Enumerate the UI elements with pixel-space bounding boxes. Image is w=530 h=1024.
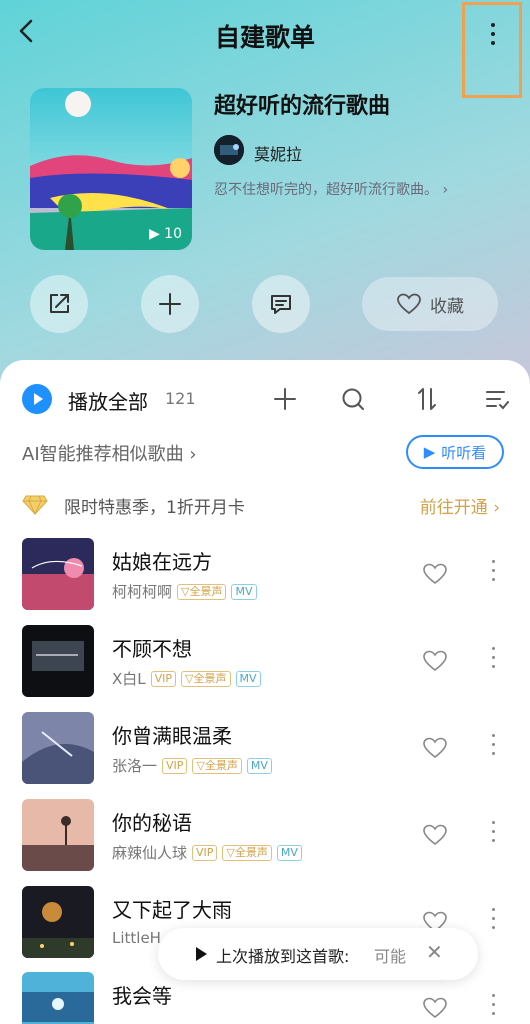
surround-sound-badge: ▽全景声 <box>181 670 231 687</box>
song-title: 你的秘语 <box>112 811 192 835</box>
collect-label: 收藏 <box>430 296 464 317</box>
song-cover <box>22 712 94 784</box>
song-artist: 柯柯柯啊 <box>112 583 173 601</box>
mv-badge: MV <box>231 583 257 600</box>
comment-icon <box>271 295 291 314</box>
comment-button[interactable] <box>252 275 310 333</box>
chevron-right-icon: › <box>189 444 197 465</box>
play-small-icon: ▶ <box>423 443 436 461</box>
surround-sound-badge: ▽全景声 <box>177 583 227 600</box>
play-icon <box>196 947 207 961</box>
play-all-label[interactable]: 播放全部 <box>68 386 148 415</box>
heart-icon[interactable] <box>422 736 448 760</box>
promo-text: 限时特惠季，1折开月卡 <box>64 498 245 518</box>
song-artist: 麻辣仙人球 <box>112 844 188 862</box>
toast-text: 上次播放到这首歌: <box>216 947 350 966</box>
song-cover <box>22 538 94 610</box>
song-list-panel: 播放全部 121 AI智能推荐相似歌曲 › ▶ 听听看 限时特惠季，1折开月卡 <box>0 360 530 1024</box>
vip-badge: VIP <box>162 757 188 774</box>
playlist-cover[interactable]: ▶ 10 <box>30 88 192 250</box>
song-meta: 张洛一 VIP ▽全景声 MV <box>112 755 272 776</box>
creator-avatar[interactable] <box>214 135 244 165</box>
mv-badge: MV <box>235 670 261 687</box>
song-more-icon[interactable] <box>492 647 495 674</box>
list-item[interactable]: 不顾不想 X白L VIP ▽全景声 MV <box>0 625 530 705</box>
heart-icon[interactable] <box>422 562 448 586</box>
plus-icon <box>159 293 181 315</box>
play-icon <box>34 393 43 405</box>
song-meta: LittleH <box>112 929 161 947</box>
play-all-button[interactable] <box>22 384 52 414</box>
playlist-description[interactable]: 忍不住想听完的，超好听流行歌曲。 › <box>214 179 448 199</box>
song-title: 你曾满眼温柔 <box>112 724 232 748</box>
surround-sound-badge: ▽全景声 <box>192 757 242 774</box>
list-item[interactable]: 你的秘语 麻辣仙人球 VIP ▽全景声 MV <box>0 799 530 879</box>
mv-badge: MV <box>246 757 272 774</box>
song-artist: LittleH <box>112 929 161 947</box>
share-button[interactable] <box>30 275 88 333</box>
song-title: 我会等 <box>112 984 172 1008</box>
song-cover <box>22 625 94 697</box>
avatar-image <box>214 135 244 165</box>
page-title: 自建歌单 <box>214 23 315 52</box>
add-song-icon[interactable] <box>270 384 300 414</box>
top-bar: 自建歌单 <box>0 0 530 98</box>
play-all-row: 播放全部 121 <box>0 380 530 416</box>
more-options-button[interactable] <box>462 2 522 98</box>
toast-song: 可能 <box>374 947 407 966</box>
song-more-icon[interactable] <box>492 994 495 1021</box>
song-meta: X白L VIP ▽全景声 MV <box>112 668 261 689</box>
playlist-name: 超好听的流行歌曲 <box>214 94 391 119</box>
song-more-icon[interactable] <box>492 821 495 848</box>
diamond-icon <box>22 495 48 516</box>
song-cover <box>22 972 94 1024</box>
song-title: 又下起了大雨 <box>112 898 232 922</box>
chevron-right-icon: › <box>442 182 449 198</box>
mv-badge: MV <box>276 844 302 861</box>
resume-toast[interactable]: 上次播放到这首歌: 可能 ✕ <box>158 928 478 980</box>
play-count: ▶ 10 <box>148 226 182 242</box>
search-icon[interactable] <box>338 384 368 414</box>
creator-name[interactable]: 莫妮拉 <box>254 141 302 165</box>
heart-icon[interactable] <box>422 996 448 1020</box>
ai-recommend-link[interactable]: AI智能推荐相似歌曲 › <box>22 440 197 466</box>
add-button[interactable] <box>141 275 199 333</box>
more-vertical-icon <box>491 23 495 50</box>
surround-sound-badge: ▽全景声 <box>222 844 272 861</box>
song-count: 121 <box>165 389 196 408</box>
song-title: 姑娘在远方 <box>112 550 212 574</box>
share-icon <box>50 294 69 313</box>
close-icon[interactable]: ✕ <box>426 940 443 964</box>
vip-badge: VIP <box>192 844 218 861</box>
song-artist: X白L <box>112 670 146 688</box>
chevron-right-icon: › <box>493 498 500 518</box>
song-cover <box>22 886 94 958</box>
song-cover <box>22 799 94 871</box>
play-small-icon: ▶ <box>148 226 165 242</box>
promo-link[interactable]: 前往开通 › <box>420 493 500 518</box>
song-meta: 柯柯柯啊 ▽全景声 MV <box>112 581 257 602</box>
song-more-icon[interactable] <box>492 908 495 935</box>
song-more-icon[interactable] <box>492 560 495 587</box>
song-more-icon[interactable] <box>492 734 495 761</box>
list-item[interactable]: 你曾满眼温柔 张洛一 VIP ▽全景声 MV <box>0 712 530 792</box>
heart-icon[interactable] <box>422 823 448 847</box>
heart-icon <box>397 293 421 315</box>
sort-icon[interactable] <box>412 384 442 414</box>
song-meta: 麻辣仙人球 VIP ▽全景声 MV <box>112 842 302 863</box>
song-artist: 张洛一 <box>112 757 158 775</box>
heart-icon[interactable] <box>422 649 448 673</box>
vip-badge: VIP <box>150 670 177 687</box>
collect-button[interactable]: 收藏 <box>362 277 498 331</box>
promo-row[interactable]: 限时特惠季，1折开月卡 前往开通 › <box>0 490 530 520</box>
multi-select-icon[interactable] <box>482 384 512 414</box>
listen-button[interactable]: ▶ 听听看 <box>406 435 504 469</box>
list-item[interactable]: 姑娘在远方 柯柯柯啊 ▽全景声 MV <box>0 538 530 618</box>
song-title: 不顾不想 <box>112 637 192 661</box>
